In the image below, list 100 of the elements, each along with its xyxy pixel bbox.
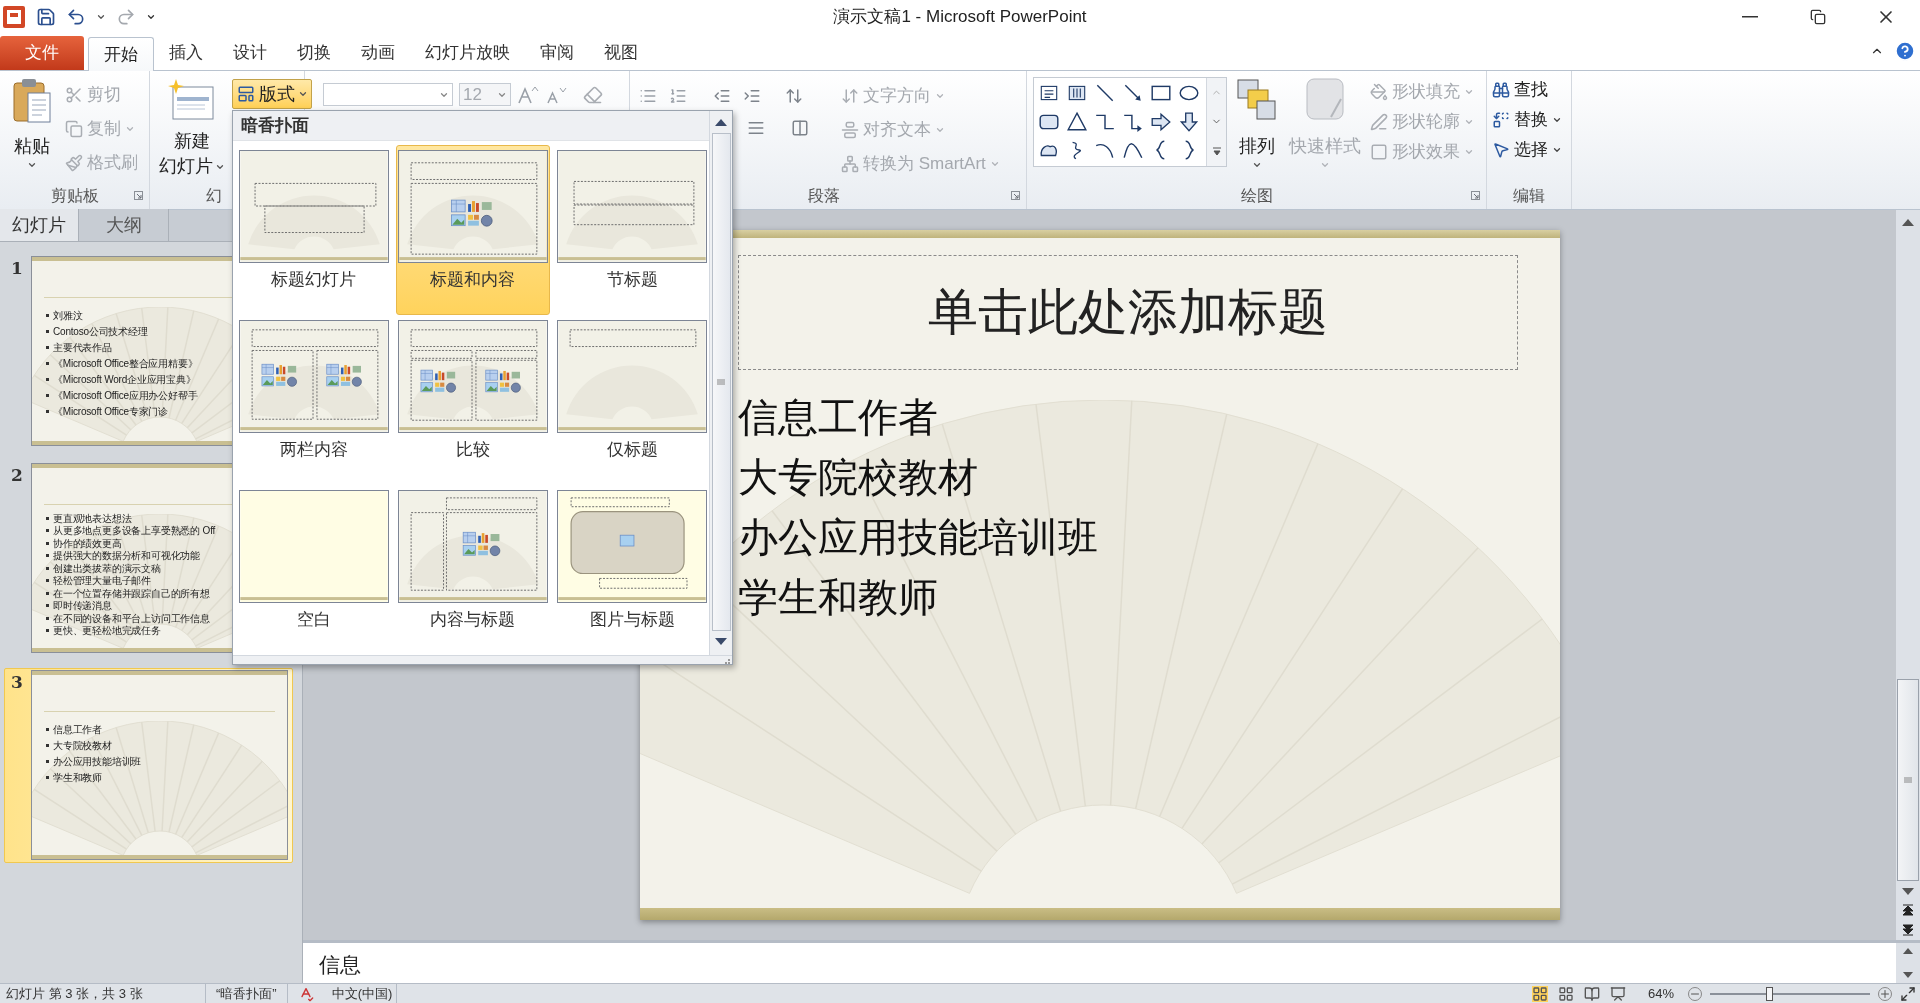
bullet-icon (46, 377, 49, 381)
slide-count-status: 幻灯片 第 3 张，共 3 张 (0, 983, 206, 1003)
title-placeholder[interactable]: 单击此处添加标题 (737, 255, 1518, 370)
help-icon[interactable] (1894, 40, 1916, 62)
down-arrow-icon[interactable] (1178, 110, 1200, 133)
new-slide-button[interactable]: 新建 幻灯片 (160, 77, 224, 183)
bullet-text: 协作的绩效更高 (53, 536, 122, 551)
bullet-icon (46, 361, 49, 365)
bullet-icon (46, 393, 49, 397)
line-spacing-icon[interactable] (784, 87, 804, 105)
ribbon-tab[interactable]: 文件 (0, 36, 84, 70)
menu-scrollbar[interactable] (709, 111, 732, 655)
resize-grip-icon[interactable] (724, 658, 730, 664)
ribbon-tab[interactable]: 切换 (282, 36, 346, 70)
dialog-launcher-icon[interactable] (1011, 191, 1020, 200)
caret-icon (935, 125, 945, 135)
shapes-gallery[interactable] (1033, 77, 1227, 167)
bullet-text: 提供强大的数据分析和可视化功能 (53, 549, 200, 563)
zoom-level[interactable]: 64% (1648, 983, 1688, 1003)
scroll-up-icon[interactable] (1901, 218, 1915, 227)
ribbon-tab[interactable]: 动画 (346, 36, 410, 70)
caret-icon (1320, 160, 1330, 170)
panel-tab[interactable]: 大纲 (79, 209, 169, 241)
decrease-indent-icon[interactable] (712, 87, 732, 105)
slideshow-icon[interactable] (1610, 985, 1626, 1002)
zoom-slider[interactable] (1710, 986, 1870, 1001)
scroll-down-icon[interactable] (1901, 887, 1915, 896)
increase-indent-icon[interactable] (742, 87, 762, 105)
grow-font-icon[interactable] (517, 84, 539, 105)
ribbon-button[interactable]: 选择 (1489, 137, 1571, 163)
scroll-down-icon[interactable] (714, 637, 728, 647)
ribbon-tab[interactable]: 幻灯片放映 (410, 36, 525, 70)
language-status[interactable]: 中文(中国) (327, 983, 398, 1003)
layout-option[interactable]: 标题和内容 (396, 145, 550, 315)
ribbon-tab[interactable]: 审阅 (525, 36, 589, 70)
ribbon-tab[interactable]: 插入 (154, 36, 218, 70)
normal-view-icon[interactable] (1532, 985, 1548, 1002)
bullet-list-icon[interactable] (638, 87, 658, 105)
caret-icon (1252, 160, 1262, 170)
layout-option[interactable]: 比较 (396, 315, 550, 485)
slide-row[interactable]: 3 信息工作者 大专院校教材 办公应用技能培训班 学生和教师 (4, 668, 293, 863)
binoculars-icon (1492, 81, 1510, 99)
vertical-scrollbar[interactable] (1896, 210, 1920, 940)
numbered-list-icon[interactable] (668, 87, 688, 105)
slide-number: 2 (10, 464, 24, 487)
next-slide-icon[interactable] (1902, 924, 1914, 936)
bullet-icon (46, 759, 49, 763)
bullet-text: Contoso公司技术经理 (53, 324, 148, 339)
dialog-launcher-icon[interactable] (1471, 191, 1480, 200)
ribbon-tab[interactable]: 设计 (218, 36, 282, 70)
bullet-text: 《Microsoft Office专家门诊 (53, 404, 169, 419)
bullet-text: 轻松管理大量电子邮件 (53, 574, 151, 588)
content-placeholder-icon (326, 363, 362, 387)
more-icon[interactable] (1211, 146, 1222, 157)
ribbon-button[interactable]: 查找 (1489, 77, 1571, 103)
clipboard-icon (12, 77, 52, 125)
triangle-icon[interactable] (1066, 110, 1088, 133)
layout-option[interactable]: 内容与标题 (396, 485, 550, 655)
layout-option[interactable]: 节标题 (555, 145, 709, 315)
panel-tab[interactable]: 幻灯片 (0, 209, 79, 241)
group-label: 幻 (206, 186, 222, 206)
paste-button[interactable]: 粘贴 (6, 77, 58, 183)
layout-option[interactable]: 仅标题 (555, 315, 709, 485)
ribbon-tab[interactable]: 视图 (589, 36, 653, 70)
bullet-text: 主要代表作品 (53, 340, 112, 355)
bullet-icon (46, 743, 49, 747)
caret-icon (298, 89, 308, 99)
right-arrow-icon[interactable] (1150, 110, 1172, 133)
undo-icon[interactable] (66, 7, 86, 27)
reading-view-icon[interactable] (1584, 985, 1600, 1002)
slide-sorter-icon[interactable] (1558, 985, 1574, 1002)
paintbrush-icon (65, 154, 83, 172)
fit-to-window-icon[interactable] (1900, 985, 1916, 1002)
save-icon[interactable] (36, 7, 56, 27)
previous-slide-icon[interactable] (1902, 904, 1914, 916)
columns-icon[interactable] (790, 119, 810, 137)
group-label: 剪贴板 (50, 186, 99, 206)
theme-status: “暗香扑面” (206, 983, 288, 1003)
font-name-field[interactable] (323, 83, 453, 106)
bullet-text: 在不同的设备和平台上访问工作信息 (53, 611, 210, 625)
caret-icon (96, 12, 106, 22)
dialog-launcher-icon[interactable] (134, 191, 143, 200)
arrow-line-icon[interactable] (1122, 82, 1144, 104)
ribbon-tab[interactable]: 开始 (88, 37, 154, 71)
layout-button[interactable]: 版式 (232, 79, 312, 109)
layout-option[interactable]: 图片与标题 (555, 485, 709, 655)
bullet-text: 《Microsoft Office整合应用精要》 (53, 356, 198, 371)
grip-icon (1904, 777, 1912, 783)
scroll-down-icon[interactable] (1902, 971, 1914, 979)
slide-thumbnail[interactable]: 信息工作者 大专院校教材 办公应用技能培训班 学生和教师 (31, 670, 288, 860)
scroll-up-icon[interactable] (714, 117, 728, 127)
caret-icon (989, 159, 1000, 169)
scroll-thumb[interactable] (1897, 679, 1919, 881)
scroll-up-icon[interactable] (1902, 947, 1914, 955)
justify-icon[interactable] (746, 119, 766, 137)
arrange-icon (1235, 77, 1279, 123)
arrange-button[interactable]: 排列 (1231, 77, 1283, 183)
zoom-slider-thumb[interactable] (1766, 986, 1774, 1001)
line-icon[interactable] (1094, 82, 1116, 104)
ribbon-button[interactable]: 替换 (1489, 107, 1571, 133)
